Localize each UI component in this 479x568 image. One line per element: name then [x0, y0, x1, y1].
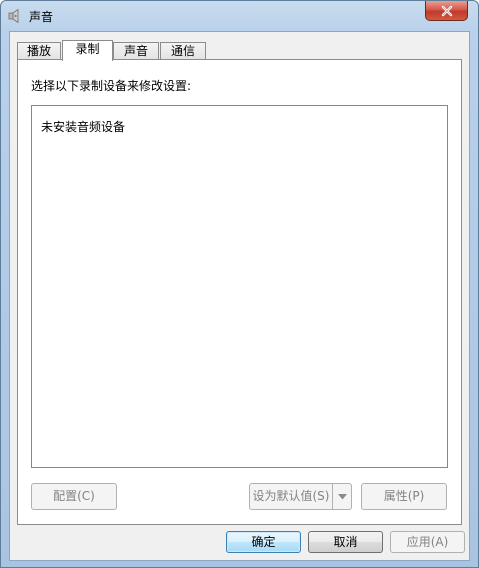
- tab-playback[interactable]: 播放: [17, 42, 61, 60]
- apply-button-label: 应用(A): [406, 535, 449, 549]
- ok-button-label: 确定: [251, 535, 276, 549]
- tab-sounds[interactable]: 声音: [113, 42, 159, 60]
- set-default-split-button: 设为默认值(S): [249, 483, 352, 510]
- ok-button[interactable]: 确定: [226, 531, 301, 553]
- properties-button[interactable]: 属性(P): [361, 483, 447, 510]
- recording-tab-panel: 选择以下录制设备来修改设置: 未安装音频设备 配置(C) 设为默认值(S) 属性…: [17, 59, 462, 525]
- properties-button-label: 属性(P): [383, 489, 425, 503]
- window-title: 声音: [29, 10, 54, 24]
- tab-label: 声音: [123, 44, 148, 58]
- tab-communications[interactable]: 通信: [160, 42, 206, 60]
- configure-button[interactable]: 配置(C): [31, 483, 117, 510]
- recording-device-list[interactable]: 未安装音频设备: [31, 105, 448, 468]
- title-bar[interactable]: 声音: [1, 1, 478, 31]
- set-default-button-label: 设为默认值(S): [252, 489, 330, 503]
- cancel-button[interactable]: 取消: [308, 531, 383, 553]
- close-button[interactable]: [425, 1, 468, 21]
- set-default-dropdown-button[interactable]: [332, 483, 352, 510]
- tab-recording[interactable]: 录制: [62, 40, 113, 61]
- empty-device-message: 未安装音频设备: [41, 120, 126, 134]
- instruction-text: 选择以下录制设备来修改设置:: [31, 79, 192, 93]
- tab-label: 录制: [75, 42, 100, 56]
- sound-dialog: 声音 播放 录制 声音 通信 选择以下录制设备来修改设置: 未安装音频设备 配置…: [0, 0, 479, 568]
- apply-button[interactable]: 应用(A): [390, 531, 465, 553]
- chevron-down-icon: [337, 493, 347, 499]
- tab-label: 播放: [26, 44, 51, 58]
- speaker-icon: [8, 8, 19, 24]
- configure-button-label: 配置(C): [53, 489, 95, 503]
- cancel-button-label: 取消: [333, 535, 358, 549]
- set-default-button[interactable]: 设为默认值(S): [249, 483, 333, 510]
- close-icon: [441, 5, 452, 16]
- tab-label: 通信: [170, 44, 195, 58]
- dialog-client-area: 播放 录制 声音 通信 选择以下录制设备来修改设置: 未安装音频设备 配置(C): [9, 31, 470, 561]
